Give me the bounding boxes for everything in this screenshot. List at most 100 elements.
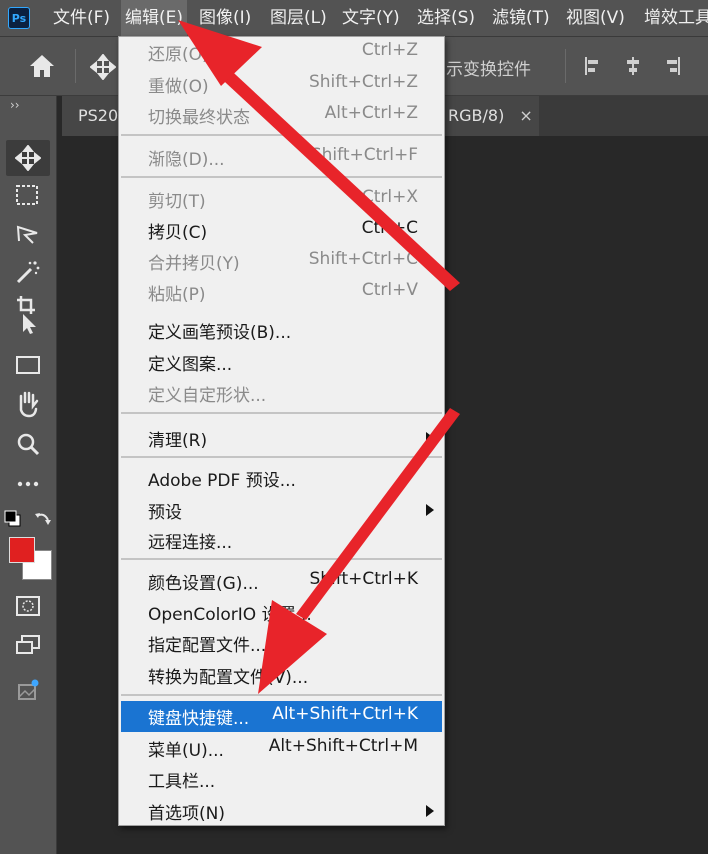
- menu-item-label: 颜色设置(G)...: [148, 574, 259, 594]
- document-tab-tail[interactable]: RGB/8) ×: [444, 96, 539, 136]
- menu-item-label: 清理(R): [148, 431, 208, 451]
- menu-item-label: 指定配置文件...: [148, 636, 267, 656]
- menu-view[interactable]: 视图(V): [562, 0, 629, 36]
- hand-tool-icon[interactable]: [6, 386, 50, 422]
- rectangle-tool-icon[interactable]: [6, 348, 50, 384]
- menu-item-copy[interactable]: 拷贝(C) Ctrl+C: [121, 215, 442, 244]
- menu-item-label: 定义图案...: [148, 355, 233, 375]
- document-tab-title: PS20: [78, 106, 119, 125]
- menu-item-shortcut: Shift+Ctrl+C: [308, 249, 418, 269]
- menu-item-label: 拷贝(C): [148, 223, 208, 243]
- show-transform-controls-label[interactable]: 示变换控件: [446, 55, 531, 80]
- menu-item-convert-to-profile[interactable]: 转换为配置文件(V)...: [121, 660, 442, 689]
- menu-item-shortcut: Shift+Ctrl+F: [310, 145, 418, 165]
- zoom-tool-icon[interactable]: [6, 426, 50, 462]
- menu-select[interactable]: 选择(S): [413, 0, 479, 36]
- menu-separator: [121, 412, 442, 414]
- menu-item-color-settings[interactable]: 颜色设置(G)... Shift+Ctrl+K: [121, 566, 442, 595]
- menu-item-define-brush[interactable]: 定义画笔预设(B)...: [121, 315, 442, 344]
- menu-item-label: 合并拷贝(Y): [148, 254, 240, 274]
- menu-item-label: 转换为配置文件(V)...: [148, 668, 309, 688]
- align-center-icon[interactable]: [623, 56, 643, 76]
- menu-item-remote-connections[interactable]: 远程连接...: [121, 525, 442, 554]
- submenu-arrow-icon: [426, 805, 434, 817]
- swap-colors-icon[interactable]: [34, 510, 52, 532]
- home-icon[interactable]: [28, 53, 56, 83]
- menu-bar: Ps 文件(F) 编辑(E) 图像(I) 图层(L) 文字(Y) 选择(S) 滤…: [0, 0, 708, 37]
- photoshop-logo: Ps: [8, 7, 30, 29]
- document-tab[interactable]: PS20: [62, 96, 122, 136]
- menu-item-shortcut: Ctrl+Z: [361, 40, 418, 60]
- menu-plugins[interactable]: 增效工具: [640, 0, 708, 36]
- menu-item-define-custom-shape[interactable]: 定义自定形状...: [121, 378, 442, 407]
- menu-item-label: OpenColorIO 设置...: [148, 605, 312, 625]
- foreground-color-swatch[interactable]: [9, 537, 35, 563]
- menu-item-menus[interactable]: 菜单(U)... Alt+Shift+Ctrl+M: [121, 733, 442, 762]
- crop-tool-icon[interactable]: [6, 296, 50, 334]
- menu-item-assign-profile[interactable]: 指定配置文件...: [121, 628, 442, 657]
- menu-item-label: 切换最终状态: [148, 108, 250, 128]
- menu-item-cut[interactable]: 剪切(T) Ctrl+X: [121, 184, 442, 213]
- more-tools-icon[interactable]: [6, 466, 50, 502]
- move-tool-icon[interactable]: [6, 140, 50, 176]
- menu-item-label: 键盘快捷键...: [148, 709, 250, 729]
- menu-item-opencolorio-settings[interactable]: OpenColorIO 设置...: [121, 597, 442, 626]
- menu-separator: [121, 176, 442, 178]
- menu-item-shortcut: Ctrl+X: [361, 187, 418, 207]
- menu-item-toolbar[interactable]: 工具栏...: [121, 764, 442, 793]
- quick-mask-icon[interactable]: [6, 588, 50, 624]
- align-right-icon[interactable]: [662, 56, 682, 76]
- menu-item-preferences[interactable]: 首选项(N): [121, 796, 442, 825]
- close-tab-icon[interactable]: ×: [519, 106, 532, 125]
- menu-item-label: 定义画笔预设(B)...: [148, 323, 292, 343]
- divider: [75, 49, 76, 83]
- menu-item-paste[interactable]: 粘贴(P) Ctrl+V: [121, 277, 442, 306]
- menu-separator: [121, 134, 442, 136]
- marquee-tool-icon[interactable]: [6, 178, 50, 214]
- menu-item-label: 定义自定形状...: [148, 386, 267, 406]
- magic-wand-tool-icon[interactable]: [6, 254, 50, 290]
- menu-item-toggle-last-state[interactable]: 切换最终状态 Alt+Ctrl+Z: [121, 100, 442, 129]
- menu-item-purge[interactable]: 清理(R): [121, 423, 442, 452]
- menu-item-shortcut: Alt+Shift+Ctrl+K: [272, 704, 418, 724]
- menu-image[interactable]: 图像(I): [195, 0, 255, 36]
- menu-item-label: 首选项(N): [148, 804, 225, 824]
- document-tab-mode: RGB/8): [448, 106, 505, 125]
- submenu-arrow-icon: [426, 432, 434, 444]
- menu-layer[interactable]: 图层(L): [266, 0, 331, 36]
- menu-item-adobe-pdf-presets[interactable]: Adobe PDF 预设...: [121, 463, 442, 492]
- menu-item-shortcut: Ctrl+C: [361, 218, 418, 238]
- screen-mode-icon[interactable]: [6, 628, 50, 664]
- menu-filter[interactable]: 滤镜(T): [488, 0, 554, 36]
- menu-item-shortcut: Shift+Ctrl+K: [309, 569, 418, 589]
- menu-type[interactable]: 文字(Y): [338, 0, 404, 36]
- move-tool-icon[interactable]: [89, 53, 117, 84]
- menu-item-shortcut: Shift+Ctrl+Z: [308, 72, 418, 92]
- menu-item-label: 预设: [148, 503, 182, 523]
- generative-fill-icon[interactable]: [6, 672, 50, 708]
- tools-panel: ››: [0, 96, 57, 854]
- menu-separator: [121, 558, 442, 560]
- menu-edit[interactable]: 编辑(E): [121, 0, 188, 36]
- collapse-panel-icon[interactable]: ››: [10, 98, 20, 112]
- menu-item-undo[interactable]: 还原(O) Ctrl+Z: [121, 37, 442, 66]
- menu-item-label: 工具栏...: [148, 772, 216, 792]
- menu-item-shortcut: Alt+Shift+Ctrl+M: [268, 736, 418, 756]
- menu-item-copy-merged[interactable]: 合并拷贝(Y) Shift+Ctrl+C: [121, 246, 442, 275]
- menu-item-redo[interactable]: 重做(O) Shift+Ctrl+Z: [121, 69, 442, 98]
- lasso-tool-icon[interactable]: [6, 216, 50, 252]
- menu-item-label: 还原(O): [148, 45, 209, 65]
- default-colors-icon[interactable]: [4, 510, 22, 532]
- menu-item-label: 菜单(U)...: [148, 741, 224, 761]
- menu-item-keyboard-shortcuts[interactable]: 键盘快捷键... Alt+Shift+Ctrl+K: [121, 701, 442, 732]
- menu-item-fade[interactable]: 渐隐(D)... Shift+Ctrl+F: [121, 142, 442, 171]
- divider: [565, 49, 566, 83]
- menu-item-label: 粘贴(P): [148, 285, 206, 305]
- menu-item-define-pattern[interactable]: 定义图案...: [121, 347, 442, 376]
- menu-item-presets[interactable]: 预设: [121, 495, 442, 524]
- align-left-icon[interactable]: [583, 56, 603, 76]
- menu-item-label: 重做(O): [148, 77, 209, 97]
- menu-file[interactable]: 文件(F): [49, 0, 114, 36]
- menu-item-shortcut: Alt+Ctrl+Z: [324, 103, 418, 123]
- menu-item-label: 渐隐(D)...: [148, 150, 225, 170]
